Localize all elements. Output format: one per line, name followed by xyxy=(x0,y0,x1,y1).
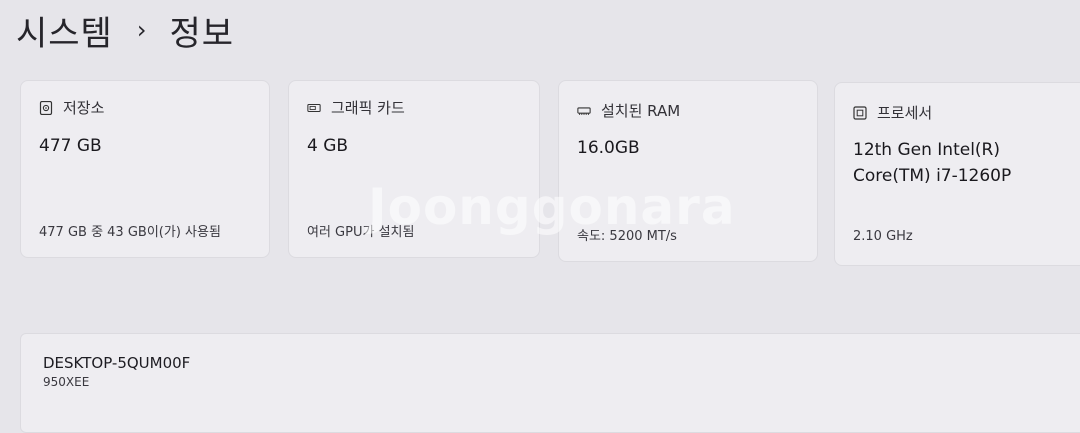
breadcrumb-parent[interactable]: 시스템 xyxy=(16,6,113,55)
page-title: 정보 xyxy=(169,14,235,54)
graphics-value: 4 GB xyxy=(307,136,349,156)
graphics-title: 그래픽 카드 xyxy=(331,99,405,117)
ram-value: 16.0GB xyxy=(577,138,640,158)
breadcrumb: 시스템 › 정보 xyxy=(16,6,234,55)
processor-card-header: 프로세서 xyxy=(853,102,932,123)
storage-icon xyxy=(39,100,53,115)
chevron-right-icon: › xyxy=(136,15,148,44)
processor-speed: 2.10 GHz xyxy=(853,229,913,244)
device-name-panel[interactable]: DESKTOP-5QUM00F 950XEE xyxy=(20,333,1080,433)
processor-value-line1: 12th Gen Intel(R) xyxy=(853,140,1000,160)
graphics-card: 그래픽 카드 4 GB 여러 GPU가 설치됨 xyxy=(288,80,540,258)
processor-icon xyxy=(853,105,867,120)
storage-title: 저장소 xyxy=(63,99,105,117)
processor-card: 프로세서 12th Gen Intel(R) Core(TM) i7-1260P… xyxy=(834,82,1080,266)
device-model: 950XEE xyxy=(43,375,90,389)
processor-title: 프로세서 xyxy=(877,104,933,122)
storage-usage: 477 GB 중 43 GB이(가) 사용됨 xyxy=(39,225,221,240)
device-name: DESKTOP-5QUM00F xyxy=(43,354,191,372)
processor-value: 12th Gen Intel(R) Core(TM) i7-1260P xyxy=(853,137,1011,189)
ram-title: 설치된 RAM xyxy=(601,102,681,120)
storage-card: 저장소 477 GB 477 GB 중 43 GB이(가) 사용됨 xyxy=(20,80,270,258)
storage-value: 477 GB xyxy=(39,136,102,156)
processor-value-line2: Core(TM) i7-1260P xyxy=(853,166,1012,186)
ram-card: 설치된 RAM 16.0GB 속도: 5200 MT/s xyxy=(558,80,818,262)
graphics-card-header: 그래픽 카드 xyxy=(307,97,405,118)
storage-card-header: 저장소 xyxy=(39,97,104,118)
ram-card-header: 설치된 RAM xyxy=(577,100,680,121)
graphics-detail: 여러 GPU가 설치됨 xyxy=(307,225,415,240)
graphics-card-icon xyxy=(307,101,321,115)
ram-speed: 속도: 5200 MT/s xyxy=(577,229,677,244)
ram-icon xyxy=(577,104,591,118)
